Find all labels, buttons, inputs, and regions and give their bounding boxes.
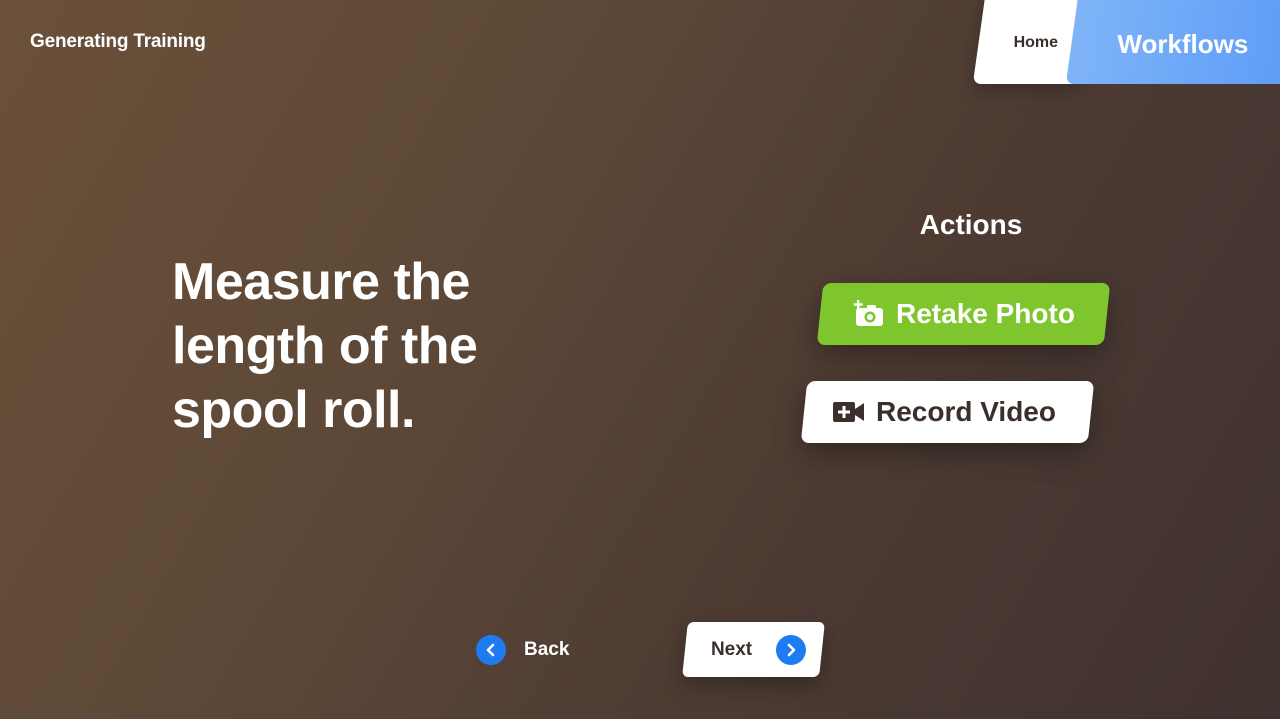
back-button[interactable]: Back <box>476 634 569 666</box>
add-photo-icon <box>852 300 886 328</box>
retake-photo-button[interactable]: Retake Photo <box>816 283 1111 345</box>
next-button[interactable]: Next <box>682 622 825 677</box>
tab-workflows[interactable]: Workflows <box>1065 0 1280 84</box>
add-video-icon <box>832 398 866 426</box>
app-title: Generating Training <box>30 31 206 52</box>
step-instruction: Measure the length of the spool roll. <box>172 253 478 439</box>
back-label: Back <box>524 639 570 660</box>
next-label: Next <box>711 638 753 660</box>
tab-home-label: Home <box>1013 34 1058 51</box>
actions-heading: Actions <box>919 209 1023 240</box>
chevron-right-icon <box>776 634 807 665</box>
record-video-label: Record Video <box>876 396 1056 427</box>
retake-photo-label: Retake Photo <box>896 298 1075 329</box>
chevron-left-icon <box>476 635 506 665</box>
record-video-button[interactable]: Record Video <box>800 381 1095 443</box>
tab-workflows-label: Workflows <box>1117 28 1249 59</box>
